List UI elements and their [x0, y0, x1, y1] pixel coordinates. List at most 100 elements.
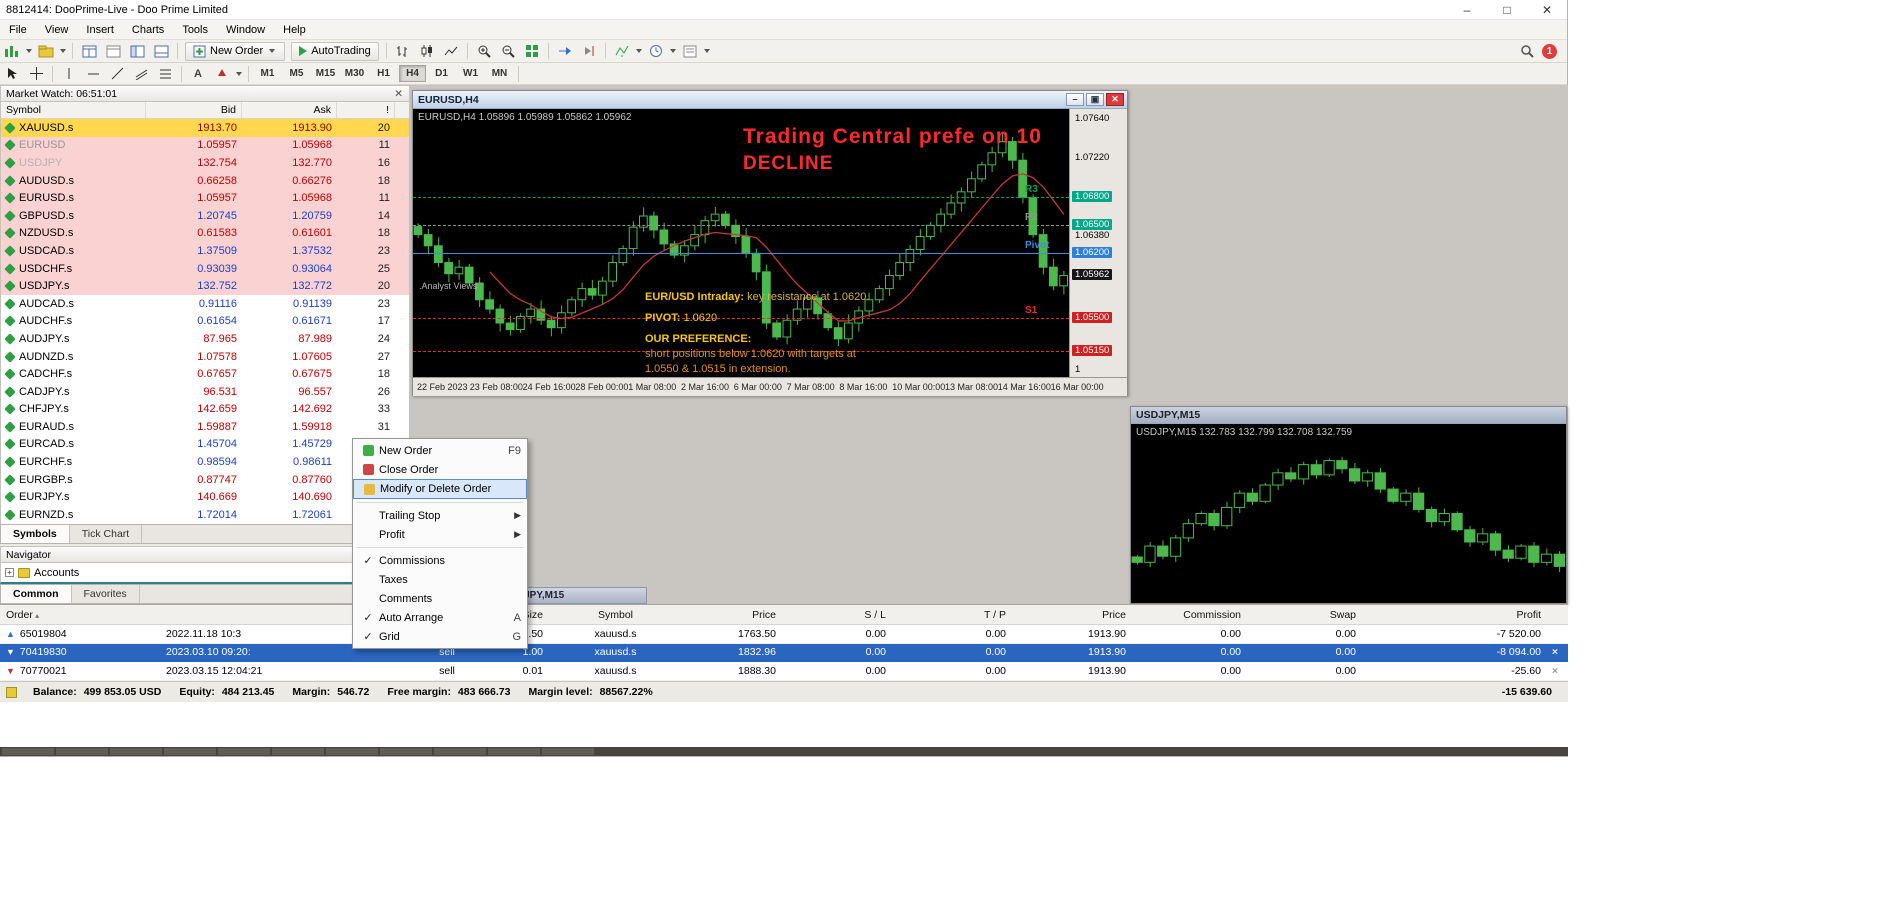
tree-item-accounts[interactable]: Accounts [34, 567, 79, 579]
timeframe-m5-button[interactable]: M5 [283, 65, 310, 82]
terminal-column-commission[interactable]: Commission [1132, 609, 1247, 621]
timeframe-d1-button[interactable]: D1 [428, 65, 455, 82]
market-watch-row[interactable]: EURAUD.s1.598871.5991831 [1, 418, 409, 436]
new-chart-icon[interactable] [1, 42, 23, 60]
market-watch-row[interactable]: EURJPY.s140.669140.690 [1, 488, 409, 506]
tab-common[interactable]: Common [1, 585, 72, 603]
terminal-column-price[interactable]: Price [682, 609, 782, 621]
terminal-column-sl[interactable]: S / L [782, 609, 892, 621]
maximize-button[interactable]: □ [1487, 0, 1527, 19]
terminal-tab-strip[interactable] [0, 747, 1568, 756]
market-watch-row[interactable]: EURUSD1.059571.0596811 [1, 137, 409, 155]
order-row[interactable]: ▼704198302023.03.10 09:20:sell1.00xauusd… [0, 644, 1568, 663]
navigator-toggle-icon[interactable] [126, 42, 148, 60]
market-watch-row[interactable]: AUDCHF.s0.616540.6167117 [1, 313, 409, 331]
chart-minimize-button[interactable]: – [1066, 93, 1084, 106]
market-watch-row[interactable]: EURCHF.s0.985940.98611 [1, 453, 409, 471]
text-tool-icon[interactable]: A [187, 65, 209, 83]
market-watch-toggle-icon[interactable] [78, 42, 100, 60]
market-watch-column-Symbol[interactable]: Symbol [1, 102, 146, 118]
order-row[interactable]: ▲650198042022.11.18 10:30.50xauusd.s1763… [0, 625, 1568, 644]
fibonacci-tool-icon[interactable] [154, 65, 176, 83]
tab-tick-chart[interactable]: Tick Chart [70, 525, 142, 543]
menu-tools[interactable]: Tools [173, 20, 217, 39]
tab-favorites[interactable]: Favorites [72, 585, 140, 603]
context-menu-item-modify-or-delete-order[interactable]: Modify or Delete Order [353, 479, 527, 499]
market-watch-row[interactable]: USDCAD.s1.375091.3753223 [1, 242, 409, 260]
eurusd-chart-area[interactable]: EURUSD,H4 1.05896 1.05989 1.05862 1.0596… [413, 109, 1127, 377]
zoom-in-icon[interactable] [473, 42, 495, 60]
usdjpy-chart-area[interactable]: USDJPY,M15 132.783 132.799 132.708 132.7… [1131, 424, 1566, 603]
data-window-icon[interactable] [102, 42, 124, 60]
new-chart-dropdown-icon[interactable] [26, 49, 32, 53]
context-menu-item-profit[interactable]: Profit▶ [353, 525, 527, 544]
menu-insert[interactable]: Insert [77, 20, 123, 39]
market-watch-row[interactable]: AUDNZD.s1.075781.0760527 [1, 348, 409, 366]
terminal-column-order[interactable]: Order ▴ [0, 609, 160, 621]
tree-expander-icon[interactable]: + [5, 568, 14, 577]
context-menu-item-auto-arrange[interactable]: ✓Auto ArrangeA [353, 608, 527, 627]
auto-scroll-icon[interactable] [554, 42, 576, 60]
minimize-button[interactable]: – [1447, 0, 1487, 19]
eurusd-time-axis[interactable]: 22 Feb 202323 Feb 08:0024 Feb 16:0028 Fe… [413, 377, 1127, 396]
market-watch-row[interactable]: USDJPY.s132.752132.77220 [1, 277, 409, 295]
market-watch-row[interactable]: NZDUSD.s0.615830.6160118 [1, 225, 409, 243]
periods-dropdown-icon[interactable] [670, 49, 676, 53]
context-menu-item-close-order[interactable]: Close Order [353, 460, 527, 479]
market-watch-row[interactable]: CADCHF.s0.676570.6767518 [1, 365, 409, 383]
candlestick-mode-icon[interactable] [416, 42, 438, 60]
templates-icon[interactable] [679, 42, 701, 60]
context-menu-item-comments[interactable]: Comments [353, 589, 527, 608]
timeframe-mn-button[interactable]: MN [486, 65, 513, 82]
zoom-out-icon[interactable] [497, 42, 519, 60]
context-menu-item-commissions[interactable]: ✓Commissions [353, 551, 527, 570]
channel-tool-icon[interactable] [130, 65, 152, 83]
indicators-icon[interactable] [611, 42, 633, 60]
line-chart-mode-icon[interactable] [440, 42, 462, 60]
notification-badge[interactable]: 1 [1542, 44, 1557, 59]
market-watch-row[interactable]: CHFJPY.s142.659142.69233 [1, 401, 409, 419]
chart-shift-icon[interactable] [578, 42, 600, 60]
cursor-tool-icon[interactable] [1, 65, 23, 83]
chart-close-button[interactable]: ✕ [1106, 93, 1124, 106]
bar-chart-mode-icon[interactable] [392, 42, 414, 60]
horizontal-line-tool-icon[interactable] [82, 65, 104, 83]
market-watch-column-Bid[interactable]: Bid [146, 102, 242, 118]
market-watch-row[interactable]: EURUSD.s1.059571.0596811 [1, 189, 409, 207]
crosshair-tool-icon[interactable] [25, 65, 47, 83]
tab-symbols[interactable]: Symbols [1, 525, 70, 543]
menu-file[interactable]: File [0, 20, 36, 39]
market-watch-row[interactable]: EURGBP.s0.877470.87760 [1, 471, 409, 489]
chart-window-usdjpy-titlebar[interactable]: USDJPY,M15 [1131, 407, 1566, 424]
market-watch-close-icon[interactable]: ✕ [394, 88, 409, 100]
autotrading-button[interactable]: AutoTrading [291, 42, 379, 61]
timeframe-m1-button[interactable]: M1 [254, 65, 281, 82]
market-watch-row[interactable]: EURNZD.s1.720141.72061 [1, 506, 409, 524]
market-watch-row[interactable]: AUDCAD.s0.911160.9113923 [1, 295, 409, 313]
tile-windows-icon[interactable] [521, 42, 543, 60]
arrows-tool-icon[interactable] [211, 65, 233, 83]
new-order-button[interactable]: New Order [185, 42, 285, 61]
terminal-column-tp[interactable]: T / P [892, 609, 1012, 621]
terminal-column-swap[interactable]: Swap [1247, 609, 1362, 621]
menu-window[interactable]: Window [217, 20, 274, 39]
timeframe-w1-button[interactable]: W1 [457, 65, 484, 82]
close-position-icon[interactable]: × [1547, 646, 1563, 658]
market-watch-row[interactable]: AUDJPY.s87.96587.98924 [1, 330, 409, 348]
chart-window-eurusd-titlebar[interactable]: EURUSD,H4 – ▣ ✕ [413, 91, 1127, 109]
market-watch-row[interactable]: EURCAD.s1.457041.45729 [1, 436, 409, 454]
profiles-dropdown-icon[interactable] [60, 49, 66, 53]
templates-dropdown-icon[interactable] [704, 49, 710, 53]
chart-restore-button[interactable]: ▣ [1086, 93, 1104, 106]
market-watch-row[interactable]: CADJPY.s96.53196.55726 [1, 383, 409, 401]
terminal-column-symbol[interactable]: Symbol [549, 609, 682, 621]
market-watch-column-Ask[interactable]: Ask [242, 102, 337, 118]
profiles-icon[interactable] [35, 42, 57, 60]
timeframe-h1-button[interactable]: H1 [370, 65, 397, 82]
trendline-tool-icon[interactable] [106, 65, 128, 83]
close-button[interactable]: ✕ [1527, 0, 1567, 19]
market-watch-row[interactable]: USDJPY132.754132.77016 [1, 154, 409, 172]
indicators-dropdown-icon[interactable] [636, 49, 642, 53]
periods-icon[interactable] [645, 42, 667, 60]
timeframe-m15-button[interactable]: M15 [312, 65, 339, 82]
